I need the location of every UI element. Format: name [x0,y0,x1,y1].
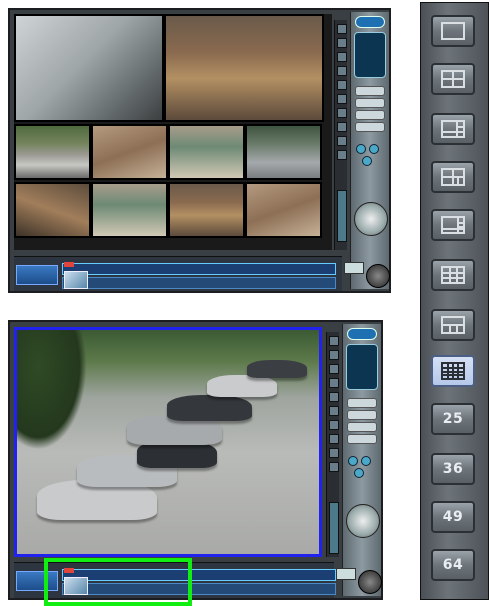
panel-button[interactable] [355,86,385,96]
timeline-mode-button[interactable] [16,265,58,285]
quad-view-icon [441,70,465,88]
channel-icon[interactable] [354,468,364,478]
timeline-thumbnail[interactable] [64,271,88,289]
panel-button[interactable] [355,98,385,108]
power-button[interactable] [358,570,382,594]
one-plus-seven-view-icon [441,216,465,234]
four-plus-three-view-icon [441,168,465,186]
channel-strip[interactable] [334,20,347,250]
layout-36-button[interactable]: 36 [431,453,475,485]
timeline-track-secondary[interactable] [62,277,336,289]
dvr-window-multiview [8,8,391,293]
layout-1plus7-button[interactable] [431,209,475,241]
camera-feed-parking-lot [17,330,319,554]
panel-button[interactable] [347,398,377,408]
camera-tile-4[interactable] [91,124,168,180]
channel-icon[interactable] [369,144,379,154]
control-panel [342,324,381,596]
power-button[interactable] [366,264,390,288]
highlight-box [44,558,192,606]
timeline-marker [64,262,74,267]
camera-tile-8[interactable] [91,182,168,238]
layout-49-label: 49 [442,509,464,525]
camera-tile-9[interactable] [168,182,245,238]
panel-button[interactable] [347,410,377,420]
channel-icon[interactable] [348,456,358,466]
camera-tile-3[interactable] [14,124,91,180]
layout-4plus3-button[interactable] [431,161,475,193]
car [207,375,277,397]
layout-64-button[interactable]: 64 [431,549,475,581]
camera-tile-2[interactable] [164,14,324,122]
status-display [354,32,386,78]
layout-1plus5-button[interactable] [431,113,475,145]
panel-button[interactable] [355,122,385,132]
wide-view-icon [441,316,465,334]
car [167,395,252,421]
layout-wide-button[interactable] [431,309,475,341]
camera-tile-10[interactable] [245,182,322,238]
layout-single-button[interactable] [431,15,475,47]
channel-icon[interactable] [362,156,372,166]
playback-timeline[interactable] [14,256,342,291]
channel-icon[interactable] [361,456,371,466]
channel-icon[interactable] [356,144,366,154]
camera-tile-7[interactable] [14,182,91,238]
camera-tile-1[interactable] [14,14,164,122]
timeline-track[interactable] [62,263,336,275]
panel-button[interactable] [355,110,385,120]
panel-button[interactable] [347,434,377,444]
status-display [346,344,378,390]
brand-badge [355,16,385,28]
one-plus-five-view-icon [441,120,465,138]
layout-toolbar: 25 36 49 64 [420,2,489,600]
camera-tile-6[interactable] [245,124,322,180]
layout-64-label: 64 [442,557,464,573]
layout-quad-button[interactable] [431,63,475,95]
brand-badge [347,328,377,340]
layout-9-button[interactable] [431,259,475,291]
single-view-icon [441,22,465,40]
timeline-small-button[interactable] [336,568,356,580]
layout-25-button[interactable]: 25 [431,403,475,435]
control-panel [350,12,389,289]
camera-tile-5[interactable] [168,124,245,180]
layout-36-label: 36 [442,461,464,477]
channel-strip[interactable] [326,332,339,557]
ptz-jog-dial[interactable] [346,504,380,538]
tree [17,330,87,450]
car [247,360,307,378]
timeline-small-button[interactable] [344,262,364,274]
panel-button[interactable] [347,422,377,432]
video-single[interactable] [14,327,322,557]
layout-25-label: 25 [442,411,464,427]
layout-16-button[interactable] [431,355,475,387]
nine-view-icon [441,266,465,284]
ptz-jog-dial[interactable] [354,202,388,236]
layout-49-button[interactable]: 49 [431,501,475,533]
sixteen-view-icon [441,362,465,380]
video-grid [14,14,332,250]
